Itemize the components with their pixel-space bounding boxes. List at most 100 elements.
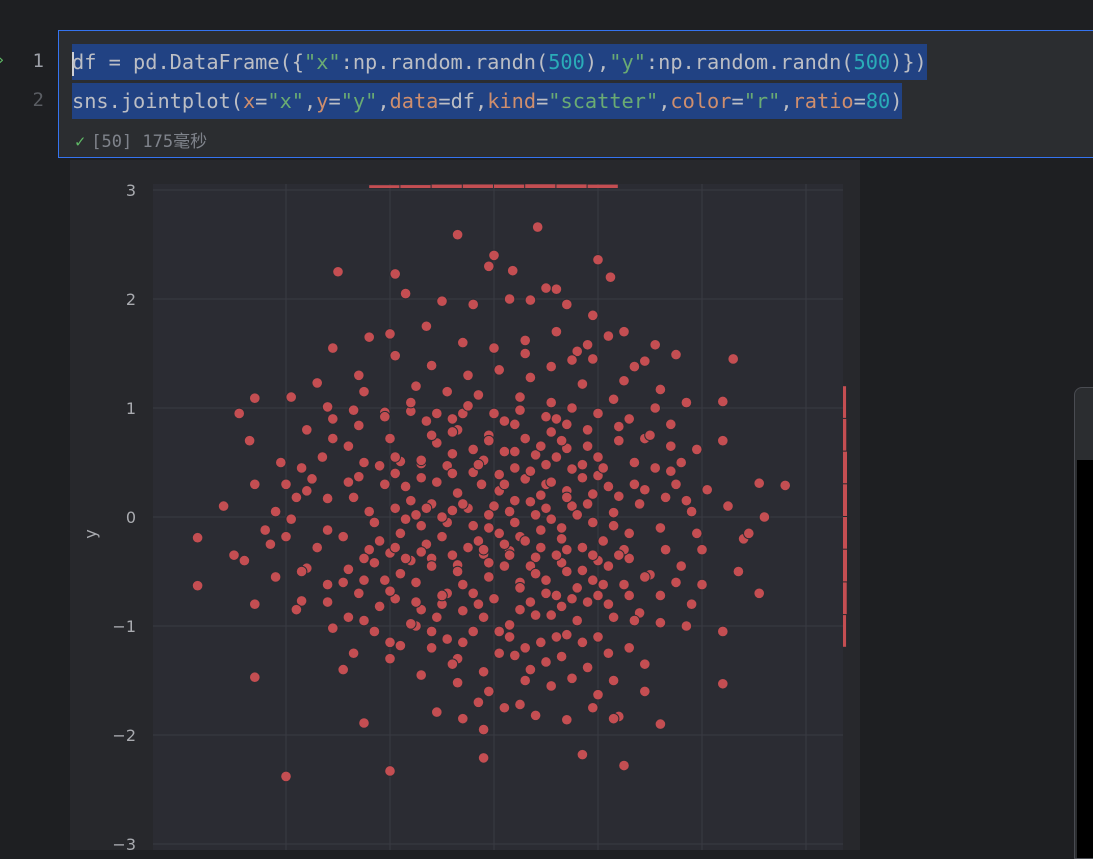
scatter-point — [358, 552, 370, 565]
scatter-point — [498, 701, 511, 714]
scatter-point — [597, 462, 610, 474]
code-token: 500 — [548, 50, 585, 74]
code-token: sns.jointplot( — [72, 89, 243, 113]
scatter-point — [509, 462, 521, 474]
scatter-point — [405, 494, 417, 507]
scatter-point — [269, 505, 282, 518]
execution-status-text: [50] 175毫秒 — [91, 132, 208, 152]
scatter-point — [633, 498, 646, 510]
scatter-point — [462, 369, 474, 382]
scatter-point — [561, 418, 573, 431]
scatter-point — [561, 298, 573, 311]
scatter-point — [649, 462, 662, 474]
scatter-point — [379, 410, 391, 423]
scatter-point — [602, 647, 615, 660]
scatter-point — [431, 611, 443, 624]
marginal-x-bar — [369, 185, 400, 188]
scatter-point — [509, 649, 521, 662]
scatter-point — [384, 432, 396, 445]
scatter-point — [535, 541, 547, 554]
marginal-y-bar — [843, 549, 847, 582]
scatter-point — [779, 479, 792, 492]
scatter-point — [399, 480, 412, 493]
scatter-point — [394, 527, 407, 540]
scatter-point — [732, 565, 745, 578]
scatter-point — [373, 600, 386, 613]
scatter-point — [368, 556, 381, 569]
scatter-point — [358, 574, 370, 587]
scatter-point — [483, 685, 495, 698]
scatter-point — [488, 342, 500, 354]
scatter-point — [675, 456, 688, 469]
scatter-point — [701, 483, 714, 496]
code-token: 500 — [853, 50, 891, 74]
side-panel[interactable] — [1074, 387, 1093, 859]
scatter-point — [540, 502, 552, 515]
scatter-point — [561, 565, 573, 578]
scatter-point — [540, 458, 552, 471]
scatter-point — [415, 519, 428, 532]
scatter-point — [519, 674, 532, 687]
scatter-point — [628, 614, 641, 627]
scatter-point — [488, 592, 500, 605]
scatter-point — [493, 364, 506, 376]
scatter-point — [191, 531, 204, 544]
scatter-point — [581, 661, 594, 674]
scatter-point — [561, 713, 573, 726]
scatter-point — [545, 609, 558, 621]
scatter-point — [743, 527, 755, 540]
scatter-point — [316, 451, 329, 463]
scatter-point — [321, 401, 334, 413]
scatter-point — [295, 565, 308, 578]
scatter-point — [649, 338, 662, 351]
scatter-point — [597, 578, 610, 591]
scatter-point — [550, 549, 563, 561]
scatter-point — [472, 458, 485, 471]
scatter-point — [618, 374, 630, 387]
scatter-point — [493, 468, 506, 481]
code-line-2[interactable]: sns.jointplot(x="x",y="y",data=df,kind="… — [72, 83, 903, 119]
scatter-point — [249, 478, 261, 491]
scatter-point — [436, 511, 448, 523]
code-token: ratio — [792, 89, 854, 113]
scatter-point — [446, 426, 459, 438]
marginal-y-bar — [843, 418, 847, 451]
code-token: , — [780, 89, 793, 113]
scatter-point — [696, 578, 708, 591]
scatter-point — [353, 587, 365, 600]
scatter-point — [665, 440, 677, 452]
scatter-point — [301, 424, 313, 436]
scatter-point — [654, 718, 667, 730]
scatter-point — [483, 571, 495, 583]
marginal-y-histogram — [843, 386, 847, 647]
scatter-point — [576, 378, 589, 390]
scatter-point — [311, 377, 323, 389]
marginal-y-bar — [843, 386, 847, 418]
scatter-point — [275, 456, 287, 469]
scatter-point — [670, 576, 682, 589]
scatter-point — [607, 506, 620, 519]
code-cell[interactable]: df = pd.DataFrame({"x":np.random.randn(5… — [58, 30, 1093, 158]
scatter-point — [581, 338, 594, 351]
scatter-point — [597, 535, 610, 547]
code-line-1[interactable]: df = pd.DataFrame({"x":np.random.randn(5… — [72, 44, 927, 80]
scatter-point — [623, 527, 636, 540]
scatter-point — [561, 543, 573, 556]
scatter-point — [717, 434, 729, 447]
scatter-point — [420, 320, 433, 333]
scatter-point — [618, 759, 630, 772]
run-marker-icon[interactable]: › — [0, 50, 6, 69]
scatter-point — [519, 347, 532, 360]
scatter-point — [654, 383, 667, 396]
scatter-point — [498, 478, 511, 491]
scatter-point — [535, 524, 547, 536]
scatter-point — [379, 574, 391, 587]
scatter-point — [540, 587, 552, 600]
scatter-point — [384, 636, 396, 649]
scatter-point — [607, 393, 620, 406]
scatter-point — [659, 491, 672, 504]
scatter-point — [493, 625, 506, 638]
scatter-point — [420, 415, 433, 427]
scatter-point — [623, 413, 636, 425]
scatter-point — [327, 413, 339, 425]
